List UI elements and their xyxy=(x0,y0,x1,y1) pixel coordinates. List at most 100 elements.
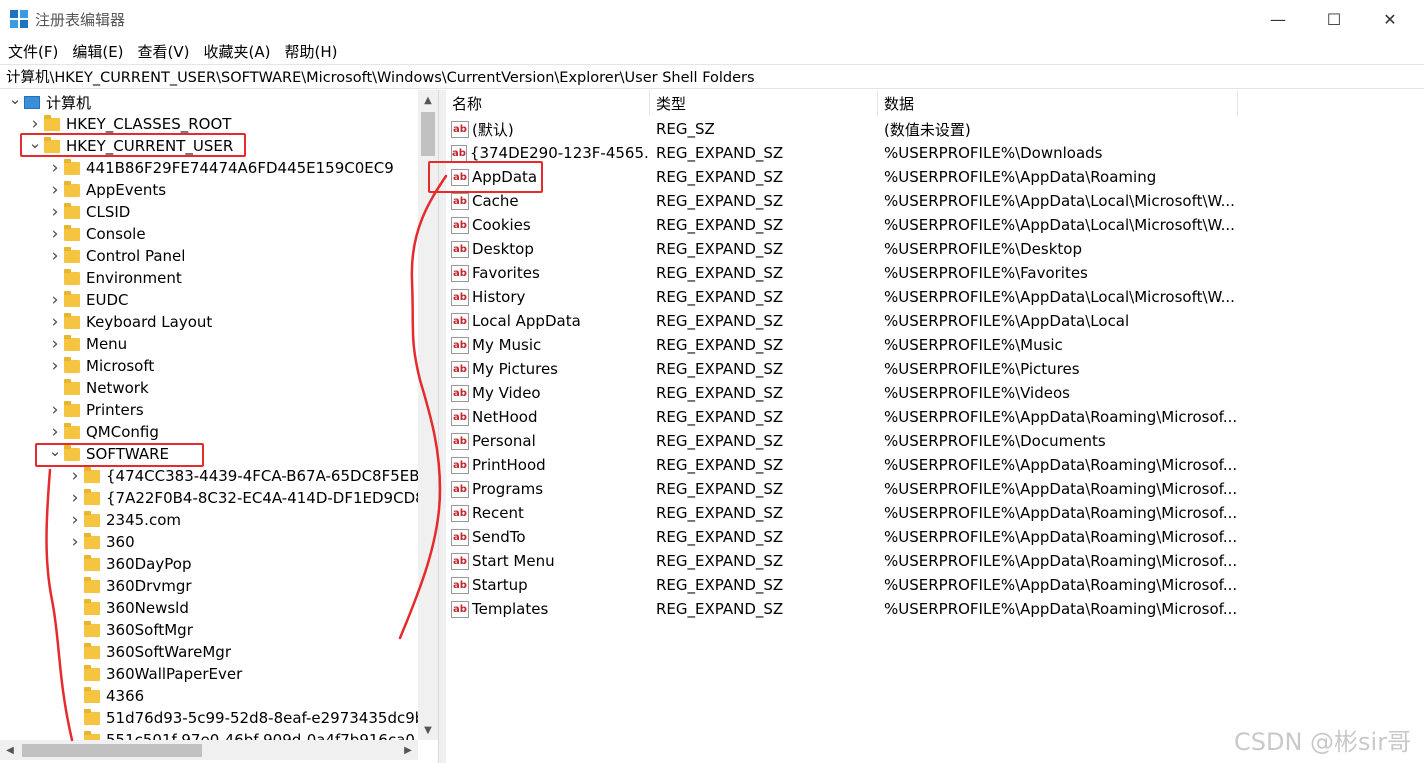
chevron-right-icon[interactable]: › xyxy=(66,509,84,531)
tree-item-label: 计算机 xyxy=(46,93,92,112)
tree-item[interactable]: › 360 xyxy=(66,531,135,553)
tree-item[interactable]: 360SoftWareMgr xyxy=(66,641,231,663)
close-icon: ✕ xyxy=(1383,9,1397,29)
minimize-button[interactable]: — xyxy=(1250,0,1306,38)
chevron-right-icon[interactable]: › xyxy=(46,399,64,421)
value-name-cell: ab Startup xyxy=(451,573,650,597)
value-row[interactable]: ab Favorites REG_EXPAND_SZ %USERPROFILE%\Fa… xyxy=(446,261,1424,285)
scroll-thumb[interactable] xyxy=(421,112,435,156)
column-name[interactable]: 名称 xyxy=(446,90,650,116)
scroll-up-icon[interactable]: ▲ xyxy=(418,90,438,110)
value-row[interactable]: ab NetHood REG_EXPAND_SZ %USERPROFILE%\AppD… xyxy=(446,405,1424,429)
string-value-icon: ab xyxy=(451,336,469,354)
value-row[interactable]: ab History REG_EXPAND_SZ %USERPROFILE%\AppD… xyxy=(446,285,1424,309)
value-data: %USERPROFILE%\Videos xyxy=(884,384,1070,402)
chevron-right-icon[interactable]: › xyxy=(66,487,84,509)
value-row[interactable]: ab Start Menu REG_EXPAND_SZ %USERPROFILE%\A… xyxy=(446,549,1424,573)
chevron-right-icon[interactable]: › xyxy=(46,311,64,333)
value-row[interactable]: ab My Music REG_EXPAND_SZ %USERPROFILE%\Mus… xyxy=(446,333,1424,357)
maximize-button[interactable]: ☐ xyxy=(1306,0,1362,38)
chevron-right-icon[interactable]: › xyxy=(66,531,84,553)
menu-help[interactable]: 帮助(H) xyxy=(284,41,337,62)
chevron-right-icon[interactable]: › xyxy=(46,289,64,311)
chevron-right-icon[interactable]: › xyxy=(46,179,64,201)
address-bar[interactable]: 计算机\HKEY_CURRENT_USER\SOFTWARE\Microsoft… xyxy=(0,64,1424,89)
column-data[interactable]: 数据 xyxy=(878,90,1238,116)
string-value-icon: ab xyxy=(451,144,467,162)
tree-item[interactable]: ⌄ HKEY_CURRENT_USER xyxy=(26,132,234,157)
scroll-down-icon[interactable]: ▼ xyxy=(418,720,438,740)
value-name-cell: ab Programs xyxy=(451,477,650,501)
value-row[interactable]: ab Personal REG_EXPAND_SZ %USERPROFILE%\Doc… xyxy=(446,429,1424,453)
tree-horizontal-scrollbar[interactable]: ◀ ▶ xyxy=(0,740,418,760)
tree-item[interactable]: › 441B86F29FE74474A6FD445E159C0EC9 xyxy=(46,157,394,179)
chevron-down-icon[interactable]: ⌄ xyxy=(46,440,64,462)
tree-item[interactable]: › Control Panel xyxy=(46,245,186,267)
tree-item[interactable]: 360SoftMgr xyxy=(66,619,193,641)
value-row[interactable]: ab Cookies REG_EXPAND_SZ %USERPROFILE%\AppD… xyxy=(446,213,1424,237)
value-row[interactable]: ab PrintHood REG_EXPAND_SZ %USERPROFILE%\Ap… xyxy=(446,453,1424,477)
tree-vertical-scrollbar[interactable]: ▲ ▼ xyxy=(418,90,438,740)
chevron-right-icon[interactable]: › xyxy=(46,333,64,355)
chevron-right-icon[interactable]: › xyxy=(46,201,64,223)
tree-item[interactable]: ⌄ SOFTWARE xyxy=(46,440,169,465)
value-row[interactable]: ab Desktop REG_EXPAND_SZ %USERPROFILE%\Desk… xyxy=(446,237,1424,261)
tree-item[interactable]: 360WallPaperEver xyxy=(66,663,242,685)
tree-item[interactable]: › {474CC383-4439-4FCA-B67A-65DC8F5EBB xyxy=(66,465,430,487)
tree-item[interactable]: › CLSID xyxy=(46,201,131,223)
value-data: %USERPROFILE%\Favorites xyxy=(884,264,1088,282)
value-row[interactable]: ab Recent REG_EXPAND_SZ %USERPROFILE%\AppDa… xyxy=(446,501,1424,525)
value-row[interactable]: ab AppData REG_EXPAND_SZ %USERPROFILE%\AppD… xyxy=(446,165,1424,189)
value-row[interactable]: ab {374DE290-123F-4565... REG_EXPAND_SZ %US… xyxy=(446,141,1424,165)
tree-item[interactable]: › Menu xyxy=(46,333,128,355)
tree-item[interactable]: › Keyboard Layout xyxy=(46,311,213,333)
tree-item[interactable]: 4366 xyxy=(66,685,144,707)
menu-view[interactable]: 查看(V) xyxy=(138,41,190,62)
string-value-icon: ab xyxy=(451,312,469,330)
chevron-right-icon[interactable]: › xyxy=(46,245,64,267)
value-row[interactable]: ab My Pictures REG_EXPAND_SZ %USERPROFILE%\… xyxy=(446,357,1424,381)
tree-item[interactable]: Environment xyxy=(46,267,182,289)
tree-item[interactable]: › Printers xyxy=(46,399,144,421)
value-row[interactable]: ab SendTo REG_EXPAND_SZ %USERPROFILE%\AppDa… xyxy=(446,525,1424,549)
value-row[interactable]: ab Programs REG_EXPAND_SZ %USERPROFILE%\App… xyxy=(446,477,1424,501)
scroll-left-icon[interactable]: ◀ xyxy=(0,740,20,760)
value-row[interactable]: ab My Video REG_EXPAND_SZ %USERPROFILE%\Vid… xyxy=(446,381,1424,405)
tree-item[interactable]: 360DayPop xyxy=(66,553,191,575)
close-button[interactable]: ✕ xyxy=(1362,0,1418,38)
menu-favorites[interactable]: 收藏夹(A) xyxy=(204,41,271,62)
tree-item[interactable]: 51d76d93-5c99-52d8-8eaf-e2973435dc9b xyxy=(66,707,424,729)
tree-item[interactable]: › Microsoft xyxy=(46,355,155,377)
value-row[interactable]: ab Cache REG_EXPAND_SZ %USERPROFILE%\AppDat… xyxy=(446,189,1424,213)
tree-item[interactable]: Network xyxy=(46,377,149,399)
tree-item[interactable]: › 2345.com xyxy=(66,509,181,531)
scroll-right-icon[interactable]: ▶ xyxy=(398,740,418,760)
string-value-icon: ab xyxy=(451,216,469,234)
chevron-down-icon[interactable]: ⌄ xyxy=(6,90,24,110)
menu-edit[interactable]: 编辑(E) xyxy=(72,41,123,62)
menu-file[interactable]: 文件(F) xyxy=(8,41,58,62)
chevron-right-icon[interactable]: › xyxy=(46,355,64,377)
tree-item[interactable]: › Console xyxy=(46,223,146,245)
tree-item[interactable]: 360Newsld xyxy=(66,597,189,619)
pane-splitter[interactable] xyxy=(439,90,446,763)
value-row[interactable]: ab Startup REG_EXPAND_SZ %USERPROFILE%\AppD… xyxy=(446,573,1424,597)
value-row[interactable]: ab Templates REG_EXPAND_SZ %USERPROFILE%\Ap… xyxy=(446,597,1424,621)
tree-item[interactable]: › EUDC xyxy=(46,289,129,311)
chevron-down-icon[interactable]: ⌄ xyxy=(26,132,44,154)
string-value-icon: ab xyxy=(451,552,469,570)
tree-item[interactable]: › {7A22F0B4-8C32-EC4A-414D-DF1ED9CD8E xyxy=(66,487,435,509)
column-type[interactable]: 类型 xyxy=(650,90,878,116)
value-row[interactable]: ab (默认) REG_SZ (数值未设置) xyxy=(446,117,1424,141)
chevron-right-icon[interactable]: › xyxy=(46,223,64,245)
value-row[interactable]: ab Local AppData REG_EXPAND_SZ %USERPROFILE… xyxy=(446,309,1424,333)
chevron-right-icon[interactable]: › xyxy=(66,465,84,487)
tree-item[interactable]: 360Drvmgr xyxy=(66,575,192,597)
tree-item[interactable]: › AppEvents xyxy=(46,179,167,201)
value-type: REG_EXPAND_SZ xyxy=(656,288,784,306)
tree-item[interactable]: ⌄ 计算机 xyxy=(6,90,92,113)
value-name-cell: ab My Pictures xyxy=(451,357,650,381)
chevron-right-icon[interactable]: › xyxy=(46,157,64,179)
scroll-thumb-horizontal[interactable] xyxy=(22,744,202,757)
tree-item[interactable]: › HKEY_CLASSES_ROOT xyxy=(26,113,232,135)
